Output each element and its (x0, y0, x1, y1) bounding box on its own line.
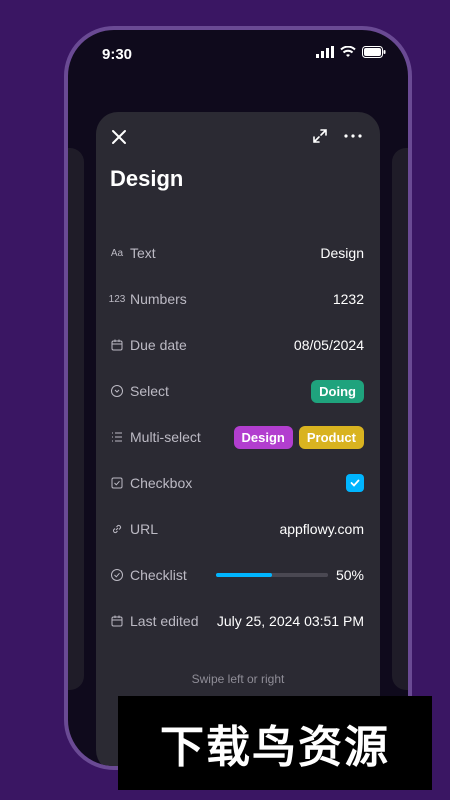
property-label: Numbers (130, 291, 187, 307)
multi-select-tag-product[interactable]: Product (298, 425, 364, 449)
status-bar: 9:30 (68, 30, 408, 78)
multi-select-tags: Design Product (233, 425, 364, 449)
calendar-icon (111, 339, 123, 351)
property-row-select[interactable]: Select Doing (110, 378, 364, 404)
property-row-numbers[interactable]: 123 Numbers 1232 (108, 286, 364, 312)
progress-track (215, 573, 328, 577)
wifi-icon (340, 46, 356, 57)
property-label: Multi-select (130, 429, 201, 445)
progress-percent: 50% (335, 567, 364, 583)
card-toolbar (96, 112, 380, 164)
phone-frame: 9:30 Design Aa Text Design 123 Numbers 1… (64, 26, 412, 770)
property-value: July 25, 2024 03:51 PM (216, 613, 364, 629)
watermark-text: 下载鸟资源 (160, 723, 390, 772)
row-title[interactable]: Design (110, 166, 183, 192)
expand-icon[interactable] (310, 126, 330, 146)
numbers-icon: 123 (108, 293, 126, 305)
property-row-text[interactable]: Aa Text Design (110, 240, 364, 266)
property-row-url[interactable]: URL appflowy.com (110, 516, 364, 542)
multi-select-tag-design[interactable]: Design (233, 425, 293, 449)
property-row-checkbox[interactable]: Checkbox (110, 470, 364, 496)
select-tag-doing[interactable]: Doing (311, 379, 364, 403)
checklist-progress: 50% (215, 567, 364, 583)
calendar-edit-icon (111, 615, 123, 627)
status-icons (316, 46, 386, 58)
progress-fill (215, 573, 272, 577)
row-detail-card: Design Aa Text Design 123 Numbers 1232 D… (96, 112, 380, 766)
property-label: Select (130, 383, 169, 399)
property-row-due-date[interactable]: Due date 08/05/2024 (110, 332, 364, 358)
multiselect-icon (112, 432, 122, 442)
status-time: 9:30 (102, 46, 133, 63)
checklist-icon (111, 569, 123, 581)
swipe-hint: Swipe left or right (191, 672, 285, 686)
text-icon: Aa (110, 247, 124, 259)
property-label: Text (130, 245, 156, 261)
battery-icon (362, 46, 386, 58)
property-value[interactable]: 08/05/2024 (294, 337, 364, 353)
checkbox-checked[interactable] (346, 474, 364, 492)
more-options-icon[interactable] (342, 126, 364, 146)
property-row-last-edited: Last edited July 25, 2024 03:51 PM (110, 608, 364, 634)
previous-card-peek[interactable] (68, 148, 84, 690)
watermark: 下载鸟资源 (118, 696, 432, 790)
property-row-multi-select[interactable]: Multi-select Design Product (110, 424, 364, 450)
checkmark-icon (350, 479, 360, 487)
checkbox-icon (111, 477, 123, 489)
property-label: Checklist (130, 567, 187, 583)
link-icon (112, 524, 122, 534)
property-row-checklist[interactable]: Checklist 50% (110, 562, 364, 588)
property-label: Checkbox (130, 475, 193, 491)
signal-icon (316, 46, 334, 58)
url-link[interactable]: appflowy.com (279, 521, 364, 537)
property-value[interactable]: Design (320, 245, 364, 261)
property-label: Last edited (130, 613, 199, 629)
property-label: Due date (130, 337, 187, 353)
select-icon (111, 385, 123, 397)
property-value[interactable]: 1232 (333, 291, 364, 307)
close-icon[interactable] (108, 126, 130, 148)
next-card-peek[interactable] (392, 148, 408, 690)
property-label: URL (130, 521, 159, 537)
